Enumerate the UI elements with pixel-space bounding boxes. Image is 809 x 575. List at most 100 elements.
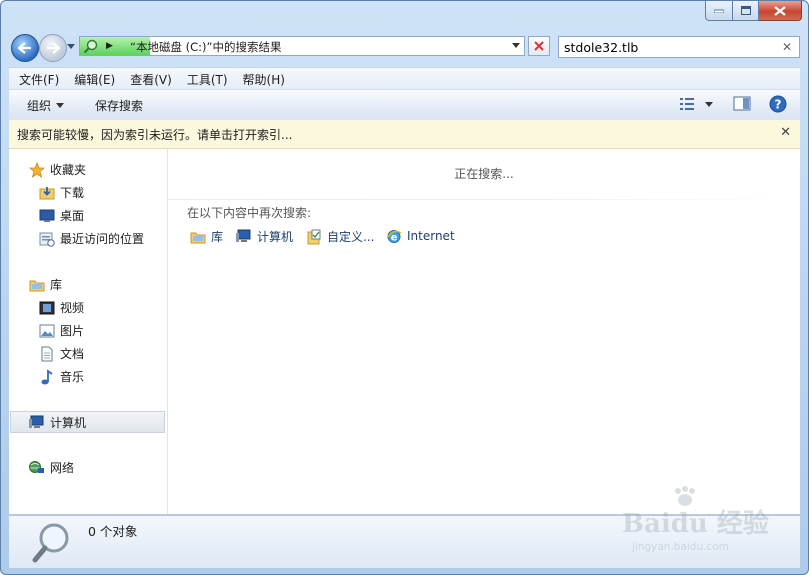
music-note-icon	[41, 368, 53, 384]
maximize-icon	[740, 6, 751, 15]
baidu-watermark: Baidu 经验 jingyan.baidu.com	[616, 479, 769, 563]
searching-status: 正在搜索...	[454, 167, 514, 181]
info-bar-message[interactable]: 搜索可能较慢，因为索引未运行。请单击打开索引...	[17, 126, 292, 143]
explorer-window: ▶ “本地磁盘 (C:)”中的搜索结果 ✕ 文件(F) 编辑(E) 查看(V) …	[0, 0, 809, 575]
stop-x-icon	[534, 41, 544, 51]
navigation-row: ▶ “本地磁盘 (C:)”中的搜索结果 ✕	[1, 31, 808, 63]
preview-pane-icon[interactable]	[733, 96, 751, 112]
pictures-icon	[39, 324, 55, 337]
nav-recent-label: 最近访问的位置	[60, 232, 145, 246]
navigation-pane: 收藏夹 下载 桌面 最近访问的位置 库 视频 图片 文档 音乐 计算机 网络	[9, 149, 168, 514]
nav-videos-label: 视频	[60, 301, 85, 315]
svg-text:?: ?	[775, 98, 782, 112]
svg-text:e: e	[391, 233, 398, 244]
nav-favorites-label: 收藏夹	[50, 163, 87, 177]
custom-folder-icon	[307, 229, 321, 244]
item-count: 0 个对象	[88, 524, 138, 539]
nav-libraries-label: 库	[50, 278, 63, 292]
documents-icon	[41, 346, 53, 361]
arrow-left-icon	[18, 42, 31, 54]
nav-recent[interactable]: 最近访问的位置	[38, 230, 144, 247]
recent-pages-dropdown[interactable]	[67, 44, 75, 49]
libraries-icon	[29, 280, 45, 291]
recent-places-icon	[39, 232, 55, 247]
nav-computer-label: 计算机	[50, 416, 87, 430]
search-again-internet[interactable]: e Internet	[385, 228, 455, 244]
nav-pictures[interactable]: 图片	[38, 322, 84, 339]
menu-file[interactable]: 文件(F)	[9, 68, 64, 89]
nav-videos[interactable]: 视频	[38, 299, 84, 316]
command-bar: 组织 保存搜索 ?	[9, 89, 800, 121]
search-magnifier-icon	[83, 39, 98, 54]
info-bar-close-icon[interactable]: ✕	[780, 125, 791, 140]
nav-pictures-label: 图片	[60, 324, 85, 338]
search-input[interactable]	[564, 38, 778, 56]
search-again-custom-label: 自定义...	[327, 230, 375, 244]
info-bar[interactable]: 搜索可能较慢，因为索引未运行。请单击打开索引... ✕	[9, 120, 800, 149]
nav-desktop-label: 桌面	[60, 209, 85, 223]
nav-favorites[interactable]: 收藏夹	[28, 161, 86, 178]
arrow-right-icon	[47, 42, 60, 54]
menu-view[interactable]: 查看(V)	[120, 68, 177, 89]
menu-bar: 文件(F) 编辑(E) 查看(V) 工具(T) 帮助(H)	[9, 67, 800, 89]
stop-button[interactable]	[528, 36, 550, 56]
search-large-icon	[32, 523, 69, 563]
search-again-computer[interactable]: 计算机	[235, 228, 293, 245]
menu-tools[interactable]: 工具(T)	[177, 68, 233, 89]
nav-network-label: 网络	[50, 461, 75, 475]
minimize-button[interactable]	[705, 1, 733, 21]
organize-label: 组织	[27, 99, 52, 113]
nav-libraries[interactable]: 库	[28, 276, 62, 293]
nav-music-label: 音乐	[60, 370, 85, 384]
clear-search-icon[interactable]: ✕	[782, 40, 792, 54]
search-again-internet-label: Internet	[407, 229, 455, 243]
nav-music[interactable]: 音乐	[38, 368, 84, 385]
chevron-down-icon	[56, 103, 65, 108]
breadcrumb-arrow-icon[interactable]: ▶	[106, 41, 113, 51]
nav-downloads[interactable]: 下载	[38, 184, 84, 201]
save-search-label: 保存搜索	[95, 99, 144, 113]
downloads-folder-icon	[39, 186, 55, 199]
close-button[interactable]	[759, 1, 802, 21]
menu-edit[interactable]: 编辑(E)	[64, 68, 120, 89]
address-path[interactable]: “本地磁盘 (C:)”中的搜索结果	[130, 39, 281, 55]
internet-explorer-icon: e	[386, 230, 402, 244]
close-icon	[774, 5, 786, 16]
address-bar[interactable]: ▶ “本地磁盘 (C:)”中的搜索结果	[79, 36, 525, 56]
content-area: 收藏夹 下载 桌面 最近访问的位置 库 视频 图片 文档 音乐 计算机 网络 正…	[9, 149, 800, 514]
back-button[interactable]	[11, 34, 39, 62]
search-again-label: 在以下内容中再次搜索:	[187, 206, 312, 220]
computer-icon	[236, 229, 251, 242]
videos-icon	[39, 301, 55, 314]
search-again-custom[interactable]: 自定义...	[305, 228, 374, 245]
libraries-icon	[190, 232, 206, 243]
nav-downloads-label: 下载	[60, 186, 85, 200]
help-icon[interactable]: ?	[769, 95, 787, 113]
view-details-icon[interactable]	[679, 96, 695, 112]
watermark-url: jingyan.baidu.com	[632, 541, 729, 553]
network-icon	[29, 461, 44, 473]
watermark-logo: Baidu 经验	[622, 509, 769, 539]
desktop-icon	[39, 209, 55, 222]
search-again-computer-label: 计算机	[257, 230, 294, 244]
divider	[168, 199, 800, 200]
nav-documents-label: 文档	[60, 347, 85, 361]
search-again-libraries[interactable]: 库	[189, 228, 223, 245]
nav-documents[interactable]: 文档	[38, 345, 84, 362]
nav-network[interactable]: 网络	[28, 459, 74, 476]
search-box[interactable]: ✕	[558, 36, 800, 58]
results-pane: 正在搜索... 在以下内容中再次搜索: 库 计算机 自定义... e Inter…	[168, 149, 800, 514]
search-again-libraries-label: 库	[211, 230, 224, 244]
nav-computer[interactable]: 计算机	[28, 414, 86, 431]
maximize-button[interactable]	[733, 1, 759, 21]
view-options-chevron-icon[interactable]	[705, 102, 713, 107]
chevron-down-icon[interactable]	[512, 43, 520, 48]
minimize-icon	[714, 9, 724, 13]
caption-buttons	[705, 1, 802, 21]
forward-button[interactable]	[39, 34, 67, 62]
computer-icon	[29, 415, 44, 428]
nav-desktop[interactable]: 桌面	[38, 207, 84, 224]
organize-button[interactable]: 组织	[27, 97, 65, 114]
save-search-button[interactable]: 保存搜索	[95, 97, 143, 114]
menu-help[interactable]: 帮助(H)	[233, 68, 290, 89]
